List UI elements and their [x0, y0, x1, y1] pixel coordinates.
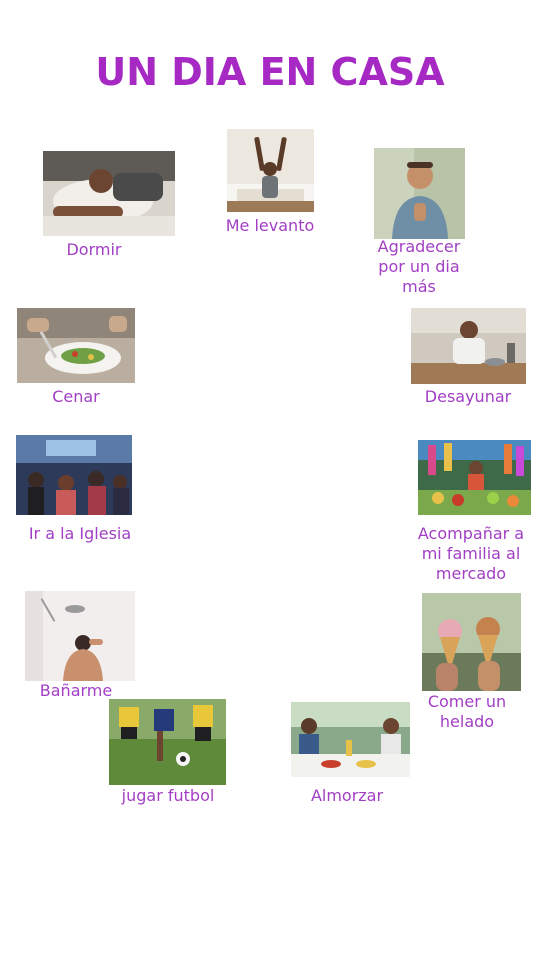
- page-title: UN DIA EN CASA: [95, 50, 445, 94]
- label-me-levanto: Me levanto: [225, 216, 315, 235]
- label-futbol: jugar futbol: [121, 786, 215, 805]
- man-praying-photo: [374, 148, 465, 239]
- label-iglesia: Ir a la Iglesia: [28, 524, 132, 543]
- label-desayunar: Desayunar: [424, 387, 512, 406]
- label-banarme: Bañarme: [39, 681, 113, 700]
- label-dormir: Dormir: [66, 240, 122, 259]
- label-mercado: Acompañar a mi familia al mercado: [417, 524, 525, 583]
- label-almorzar: Almorzar: [310, 786, 384, 805]
- label-helado: Comer un helado: [427, 692, 507, 731]
- ice-cream-cones-photo: [422, 593, 521, 691]
- man-sleeping-photo: [43, 151, 175, 236]
- soccer-players-photo: [109, 699, 226, 785]
- label-cenar: Cenar: [52, 387, 100, 406]
- man-stretching-photo: [227, 129, 314, 212]
- market-stall-photo: [418, 440, 531, 515]
- family-lunch-photo: [291, 702, 410, 777]
- church-congregation-photo: [16, 435, 132, 515]
- man-breakfast-photo: [411, 308, 526, 384]
- salad-dinner-photo: [17, 308, 135, 383]
- shower-photo: [25, 591, 135, 681]
- label-agradecer: Agradecer por un dia más: [377, 237, 461, 296]
